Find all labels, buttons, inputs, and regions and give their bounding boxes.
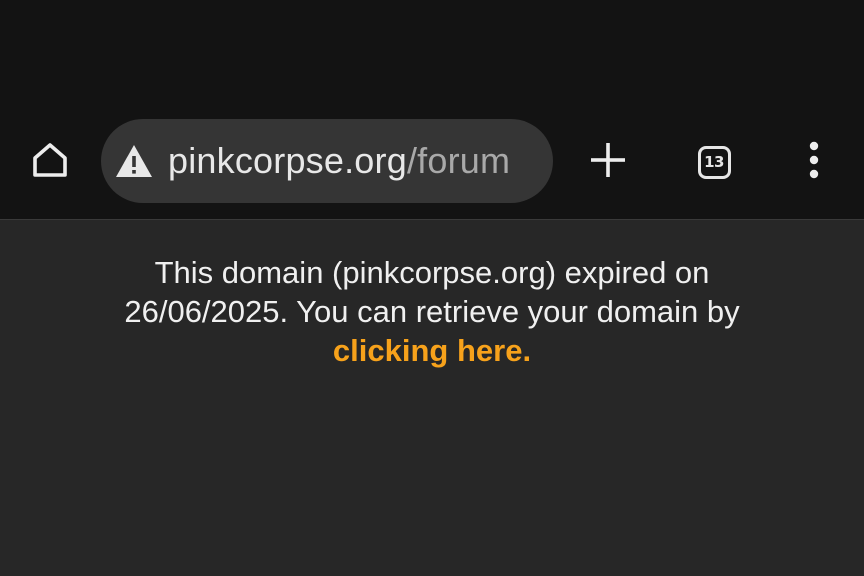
url-text: pinkcorpse.org/forum (168, 140, 510, 182)
retrieve-domain-link[interactable]: clicking here. (333, 333, 531, 368)
home-button[interactable] (26, 136, 74, 188)
page-content: This domain (pinkcorpse.org) expired on … (0, 221, 864, 576)
more-vert-icon (808, 141, 820, 184)
warning-icon[interactable] (114, 142, 154, 180)
address-bar[interactable]: pinkcorpse.org/forum (101, 119, 553, 203)
url-path: /forum (406, 140, 511, 181)
message-line-2: 26/06/2025. You can retrieve your domain… (124, 294, 740, 329)
status-bar-area (0, 0, 864, 110)
plus-icon (590, 142, 626, 183)
browser-toolbar: pinkcorpse.org/forum 13 (0, 110, 864, 220)
message-line-1: This domain (pinkcorpse.org) expired on (154, 255, 710, 290)
url-domain: pinkcorpse.org (168, 140, 407, 181)
tab-switcher-button[interactable]: 13 (690, 138, 738, 186)
new-tab-button[interactable] (584, 138, 632, 186)
tab-switcher-icon: 13 (697, 145, 731, 179)
menu-button[interactable] (790, 138, 838, 186)
home-icon (30, 140, 70, 185)
tab-count: 13 (704, 153, 724, 171)
expiry-message: This domain (pinkcorpse.org) expired on … (60, 253, 804, 370)
